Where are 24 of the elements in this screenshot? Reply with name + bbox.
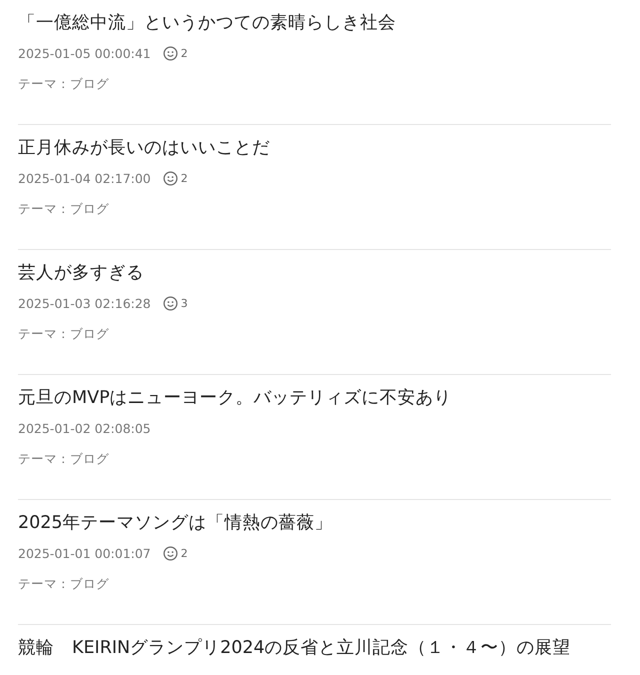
post-theme[interactable]: テーマ：ブログ	[18, 451, 611, 468]
comment-count: 3	[180, 296, 188, 310]
post-date: 2025-01-03 02:16:28	[18, 296, 151, 310]
smiley-icon	[162, 170, 178, 186]
post-date: 2025-01-05 00:00:41	[18, 46, 151, 60]
comment-count: 2	[180, 172, 188, 184]
post-title[interactable]: 競輪 KEIRINグランプリ2024の反省と立川記念（１・４〜）の展望	[18, 635, 611, 661]
smiley-icon	[162, 546, 178, 560]
post-date: 2025-01-02 02:08:05	[18, 420, 151, 436]
post-title[interactable]: 芸人が多すぎる	[18, 260, 611, 286]
comment-count: 2	[180, 46, 188, 60]
smiley-icon	[162, 46, 178, 60]
post-theme[interactable]: テーマ：ブログ	[18, 576, 611, 593]
smiley-icon	[162, 296, 178, 310]
comment-count: 2	[180, 546, 188, 560]
post-theme[interactable]: テーマ：ブログ	[18, 326, 611, 343]
post-theme[interactable]: テーマ：ブログ	[18, 76, 611, 93]
post-date: 2025-01-01 00:01:07	[18, 546, 151, 560]
post-theme[interactable]: テーマ：ブログ	[18, 201, 611, 218]
post-title[interactable]: 2025年テーマソングは「情熱の薔薇」	[18, 510, 611, 536]
post-title[interactable]: 「一億総中流」というかつての素晴らしき社会	[18, 10, 611, 36]
post-title[interactable]: 正月休みが長いのはいいことだ	[18, 135, 611, 161]
post-title[interactable]: 元旦のMVPはニューヨーク。バッテリィズに不安あり	[18, 385, 611, 411]
post-date: 2025-01-04 02:17:00	[18, 170, 151, 186]
